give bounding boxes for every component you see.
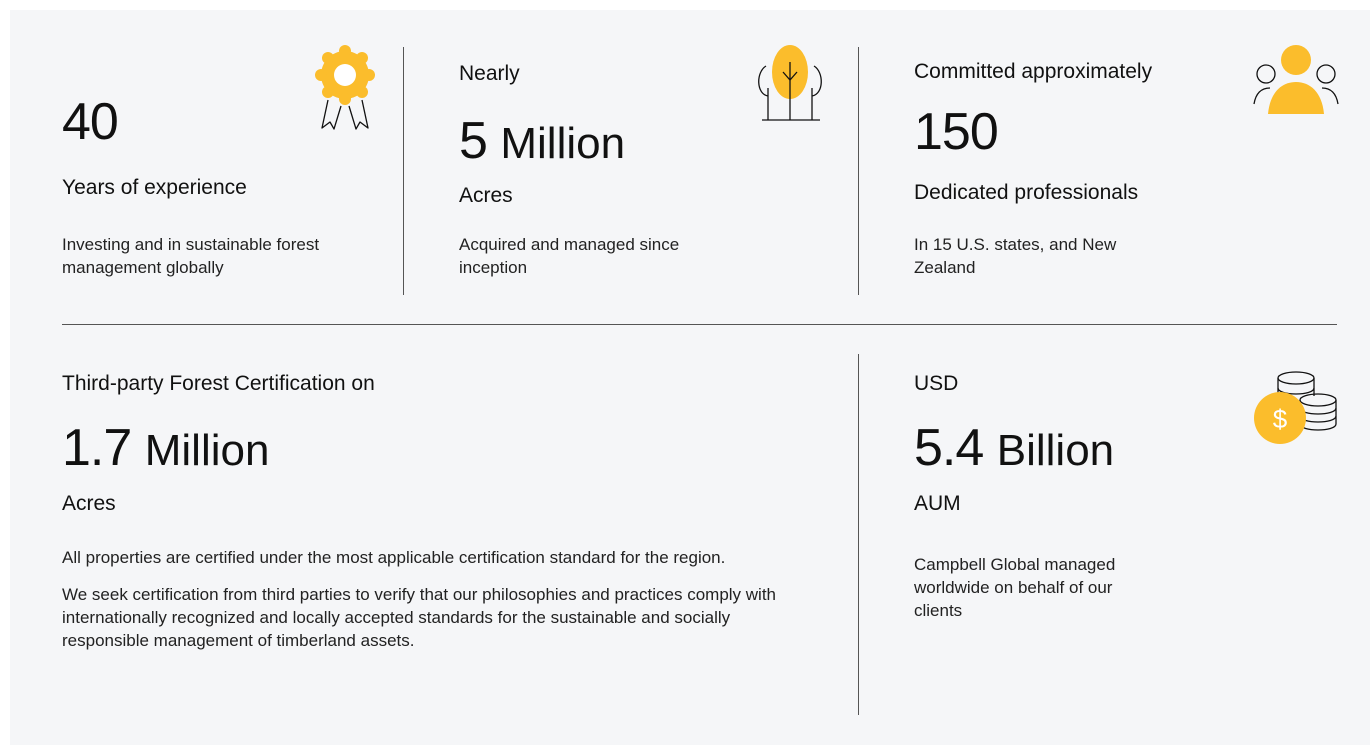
stat-unit-aum: Billion bbox=[996, 426, 1115, 475]
award-ribbon-icon bbox=[314, 44, 376, 137]
stat-number-years: 40 bbox=[62, 93, 119, 151]
stat-subtitle-years: Years of experience bbox=[62, 176, 247, 199]
people-icon bbox=[1252, 44, 1340, 121]
stat-description-acres: Acquired and managed since inception bbox=[459, 235, 680, 277]
stat-number-acres: 5 Million bbox=[459, 112, 626, 170]
stat-number-aum: 5.4 Billion bbox=[914, 419, 1115, 477]
stat-description-aum: Campbell Global managed worldwide on beh… bbox=[914, 555, 1116, 620]
stat-number-professionals: 150 bbox=[914, 103, 999, 161]
stat-subtitle-professionals: Dedicated professionals bbox=[914, 181, 1139, 204]
coins-icon: $ bbox=[1252, 370, 1340, 451]
stat-subtitle-aum: AUM bbox=[914, 492, 961, 515]
divider-horizontal bbox=[62, 324, 1337, 325]
trees-icon bbox=[754, 44, 826, 127]
divider-vertical-3 bbox=[858, 354, 859, 715]
stat-prefix-acres: Nearly bbox=[459, 62, 520, 85]
stat-subtitle-acres: Acres bbox=[459, 184, 513, 207]
stat-prefix-aum: USD bbox=[914, 372, 959, 395]
stat-number-certification: 1.7 Million bbox=[62, 419, 270, 477]
stat-description-professionals: In 15 U.S. states, and New Zealand bbox=[914, 235, 1117, 277]
stat-description-years: Investing and in sustainable forest mana… bbox=[62, 235, 320, 277]
stat-description-certification: All properties are certified under the m… bbox=[62, 546, 782, 666]
stat-prefix-professionals: Committed approximately bbox=[914, 60, 1153, 83]
divider-vertical-2 bbox=[858, 47, 859, 295]
dollar-sign-icon: $ bbox=[1273, 404, 1288, 434]
certification-paragraph-1: All properties are certified under the m… bbox=[62, 548, 726, 567]
divider-vertical-1 bbox=[403, 47, 404, 295]
stat-unit-acres: Million bbox=[500, 119, 626, 168]
stat-unit-certification: Million bbox=[144, 426, 270, 475]
certification-paragraph-2: We seek certification from third parties… bbox=[62, 585, 776, 650]
stat-prefix-certification: Third-party Forest Certification on bbox=[62, 372, 375, 395]
stat-subtitle-certification: Acres bbox=[62, 492, 116, 515]
